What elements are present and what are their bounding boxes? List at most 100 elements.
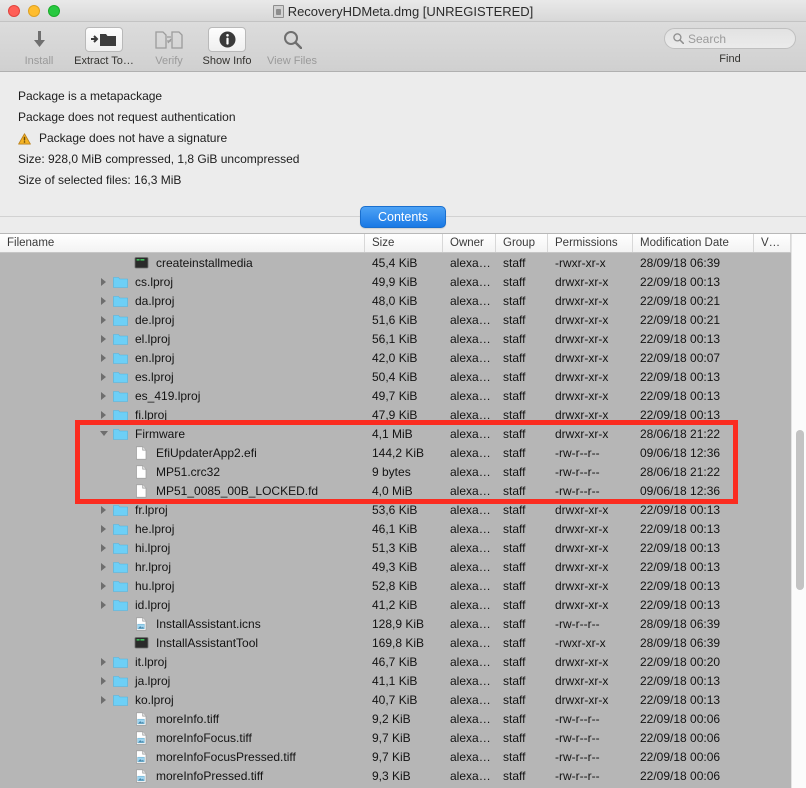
disclosure-triangle-closed-icon[interactable] [98,523,109,534]
table-row[interactable]: fi.lproj 47,9 KiB alexa… staff drwxr-xr-x 22/… [0,405,806,424]
folder-icon [113,333,128,345]
zoom-traffic-light[interactable] [48,4,60,17]
column-header-modification-date[interactable]: Modification Date [633,234,754,252]
extract-folder-icon [85,27,123,52]
cell-filename: EfiUpdaterApp2.efi [115,446,365,460]
table-row[interactable]: Firmware 4,1 MiB alexa… staff drwxr-xr-x 28/0… [0,424,806,443]
cell-modification-date: 22/09/18 00:06 [640,711,721,726]
disclosure-triangle-closed-icon[interactable] [98,694,109,705]
close-traffic-light[interactable] [8,4,20,17]
view-files-label: View Files [267,55,317,67]
show-info-button[interactable]: Show Info [198,25,256,67]
scrollbar-thumb[interactable] [796,430,804,590]
cell-group: staff [503,407,526,422]
disclosure-triangle-closed-icon[interactable] [98,675,109,686]
disclosure-triangle-closed-icon[interactable] [98,276,109,287]
table-row[interactable]: EfiUpdaterApp2.efi 144,2 KiB alexa… staff -r… [0,443,806,462]
table-row[interactable]: MP51_0085_00B_LOCKED.fd 4,0 MiB alexa… staf… [0,481,806,500]
column-header-group[interactable]: Group [496,234,548,252]
disclosure-triangle-closed-icon[interactable] [98,599,109,610]
table-row[interactable]: it.lproj 46,7 KiB alexa… staff drwxr-xr-x 22/… [0,652,806,671]
table-row[interactable]: InstallAssistant.icns 128,9 KiB alexa… staf… [0,614,806,633]
cell-modification-date: 22/09/18 00:13 [640,559,721,574]
cell-group: staff [503,502,526,517]
disclosure-triangle-closed-icon[interactable] [98,371,109,382]
cell-permissions: drwxr-xr-x [555,559,609,574]
cell-group: staff [503,521,526,536]
cell-owner: alexa… [450,369,491,384]
tab-contents[interactable]: Contents [359,206,447,228]
table-row[interactable]: moreInfoPressed.tiff 9,3 KiB alexa… staff -r… [0,766,806,785]
filename-label: InstallAssistantTool [156,635,259,650]
cell-modification-date: 28/06/18 21:22 [640,464,721,479]
table-row[interactable]: ko.lproj 40,7 KiB alexa… staff drwxr-xr-x 22/… [0,690,806,709]
vertical-scrollbar[interactable] [791,234,806,788]
table-row[interactable]: fr.lproj 53,6 KiB alexa… staff drwxr-xr-x 22/… [0,500,806,519]
cell-permissions: -rw-r--r-- [555,749,600,764]
install-button[interactable]: Install [10,25,68,67]
verify-button[interactable]: Verify [140,25,198,67]
disclosure-triangle-closed-icon[interactable] [98,352,109,363]
cell-owner: alexa… [450,768,491,783]
cell-size: 52,8 KiB [372,578,418,593]
disclosure-triangle-closed-icon[interactable] [98,333,109,344]
table-row[interactable]: es.lproj 50,4 KiB alexa… staff drwxr-xr-x 22/… [0,367,806,386]
cell-permissions: -rw-r--r-- [555,483,600,498]
extract-to-label: Extract To… [74,55,134,67]
table-row[interactable]: MP51.crc32 9 bytes alexa… staff -rw-r--r-- 28… [0,462,806,481]
cell-group: staff [503,654,526,669]
extract-to-button[interactable]: Extract To… [68,25,140,67]
table-row[interactable]: hi.lproj 51,3 KiB alexa… staff drwxr-xr-x 22/… [0,538,806,557]
column-header-owner[interactable]: Owner [443,234,496,252]
disclosure-triangle-closed-icon[interactable] [98,409,109,420]
table-row[interactable]: moreInfo.tiff 9,2 KiB alexa… staff -rw-r--r-… [0,709,806,728]
column-header-v[interactable]: V… [754,234,791,252]
filename-label: es_419.lproj [135,388,201,403]
cell-filename: es_419.lproj [94,389,365,403]
filename-label: MP51.crc32 [156,464,221,479]
table-row[interactable]: he.lproj 46,1 KiB alexa… staff drwxr-xr-x 22/… [0,519,806,538]
disclosure-triangle-closed-icon[interactable] [98,295,109,306]
cell-owner: alexa… [450,350,491,365]
disclosure-triangle-closed-icon[interactable] [98,390,109,401]
table-row[interactable]: hu.lproj 52,8 KiB alexa… staff drwxr-xr-x 22/… [0,576,806,595]
disclosure-triangle-closed-icon[interactable] [98,656,109,667]
disclosure-triangle-closed-icon[interactable] [98,580,109,591]
cell-filename: id.lproj [94,598,365,612]
table-row[interactable]: da.lproj 48,0 KiB alexa… staff drwxr-xr-x 22/… [0,291,806,310]
disclosure-triangle-open-icon[interactable] [98,428,109,439]
folder-icon [113,523,128,535]
table-row[interactable]: moreInfoFocusPressed.tiff 9,7 KiB alexa… st… [0,747,806,766]
cell-filename: hr.lproj [94,560,365,574]
table-row[interactable]: createinstallmedia 45,4 KiB alexa… staff -rw… [0,253,806,272]
table-row[interactable]: en.lproj 42,0 KiB alexa… staff drwxr-xr-x 22/… [0,348,806,367]
info-line-text: Package does not have a signature [39,131,228,145]
table-row[interactable]: es_419.lproj 49,7 KiB alexa… staff drwxr-xr-… [0,386,806,405]
table-row[interactable]: de.lproj 51,6 KiB alexa… staff drwxr-xr-x 22/… [0,310,806,329]
table-row[interactable]: id.lproj 41,2 KiB alexa… staff drwxr-xr-x 22/… [0,595,806,614]
minimize-traffic-light[interactable] [28,4,40,17]
table-row[interactable]: moreInfoFocus.tiff 9,7 KiB alexa… staff -rw-… [0,728,806,747]
disclosure-triangle-closed-icon[interactable] [98,504,109,515]
table-row[interactable]: hr.lproj 49,3 KiB alexa… staff drwxr-xr-x 22/… [0,557,806,576]
column-header-size[interactable]: Size [365,234,443,252]
table-row[interactable]: InstallAssistantTool 169,8 KiB alexa… staff… [0,633,806,652]
column-header-filename[interactable]: Filename [0,234,365,252]
cell-permissions: drwxr-xr-x [555,274,609,289]
cell-size: 53,6 KiB [372,502,418,517]
column-header-permissions[interactable]: Permissions [548,234,633,252]
cell-owner: alexa… [450,464,491,479]
table-row[interactable]: el.lproj 56,1 KiB alexa… staff drwxr-xr-x 22/… [0,329,806,348]
search-input[interactable]: Search [664,28,796,49]
filename-label: id.lproj [135,597,171,612]
table-row[interactable]: ja.lproj 41,1 KiB alexa… staff drwxr-xr-x 22/… [0,671,806,690]
disclosure-triangle-closed-icon[interactable] [98,542,109,553]
disclosure-triangle-closed-icon[interactable] [98,314,109,325]
view-files-button[interactable]: View Files [256,25,328,67]
cell-filename: cs.lproj [94,275,365,289]
disclosure-triangle-closed-icon[interactable] [98,561,109,572]
cell-modification-date: 22/09/18 00:21 [640,293,721,308]
cell-group: staff [503,426,526,441]
table-row[interactable]: cs.lproj 49,9 KiB alexa… staff drwxr-xr-x 22/… [0,272,806,291]
cell-permissions: drwxr-xr-x [555,293,609,308]
